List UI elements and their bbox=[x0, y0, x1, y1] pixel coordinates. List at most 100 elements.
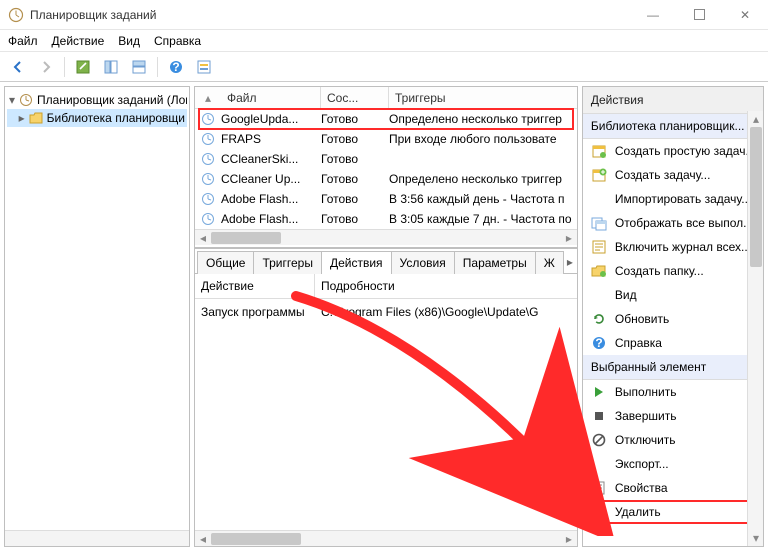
menu-view[interactable]: Вид bbox=[118, 34, 140, 48]
action-item[interactable]: Создать папку... bbox=[583, 259, 764, 283]
task-state: Готово bbox=[321, 112, 389, 126]
task-row[interactable]: CCleanerSki...Готово bbox=[195, 149, 577, 169]
scroll-thumb[interactable] bbox=[750, 127, 762, 267]
action-item[interactable]: Выполнить bbox=[583, 380, 764, 404]
scroll-right-icon[interactable]: ▸ bbox=[561, 531, 577, 546]
detail-row[interactable]: Запуск программы C:\Program Files (x86)\… bbox=[195, 299, 577, 325]
app-icon bbox=[8, 7, 24, 23]
maximize-button[interactable] bbox=[676, 0, 722, 29]
task-row[interactable]: FRAPSГотовоПри входе любого пользовате bbox=[195, 129, 577, 149]
actions-vscroll[interactable]: ▴ ▾ bbox=[747, 111, 763, 546]
scroll-left-icon[interactable]: ◂ bbox=[195, 531, 211, 546]
task-row[interactable]: Adobe Flash...ГотовоВ 3:05 каждые 7 дн. … bbox=[195, 209, 577, 229]
header-state[interactable]: Сос... bbox=[321, 87, 389, 108]
scroll-right-icon[interactable]: ▸ bbox=[561, 230, 577, 245]
tab-overflow-icon[interactable]: ▸ bbox=[563, 251, 577, 273]
nav-fwd-button[interactable] bbox=[34, 55, 58, 79]
action-group-selected-header[interactable]: Выбранный элемент ▴ bbox=[583, 355, 764, 380]
delete-icon bbox=[591, 504, 607, 520]
tab-5[interactable]: Ж bbox=[535, 251, 564, 274]
action-label: Включить журнал всех... bbox=[615, 240, 751, 254]
scroll-up-icon[interactable]: ▴ bbox=[748, 111, 763, 127]
detail-hscroll[interactable]: ◂ ▸ bbox=[195, 530, 577, 546]
tb-properties-button[interactable] bbox=[71, 55, 95, 79]
tree-root[interactable]: ▾ Планировщик заданий (Лока bbox=[7, 91, 187, 109]
task-row[interactable]: GoogleUpda...ГотовоОпределено несколько … bbox=[195, 109, 577, 129]
scroll-thumb[interactable] bbox=[211, 232, 281, 244]
detail-action: Запуск программы bbox=[195, 299, 315, 325]
help-icon: ? bbox=[591, 335, 607, 351]
menu-action[interactable]: Действие bbox=[52, 34, 105, 48]
actions-title: Действия bbox=[583, 87, 764, 114]
tab-2[interactable]: Действия bbox=[321, 251, 392, 274]
action-item[interactable]: Отключить bbox=[583, 428, 764, 452]
list-hscroll[interactable]: ◂ ▸ bbox=[195, 229, 577, 245]
action-label: Отключить bbox=[615, 433, 676, 447]
detail-header-action[interactable]: Действие bbox=[195, 274, 315, 298]
action-group-selected-title: Выбранный элемент bbox=[591, 360, 746, 374]
action-group-library-header[interactable]: Библиотека планировщик... ▴ bbox=[583, 114, 764, 139]
action-item[interactable]: Отображать все выпол... bbox=[583, 211, 764, 235]
action-label: Свойства bbox=[615, 481, 668, 495]
tree-hscroll[interactable] bbox=[5, 530, 189, 546]
clock-icon bbox=[201, 192, 215, 206]
clock-icon bbox=[201, 152, 215, 166]
minimize-button[interactable]: — bbox=[630, 0, 676, 29]
list-header: ▴ Файл Сос... Триггеры bbox=[195, 87, 577, 109]
task-row[interactable]: CCleaner Up...ГотовоОпределено несколько… bbox=[195, 169, 577, 189]
action-item[interactable]: ?Справка bbox=[583, 331, 764, 355]
tb-more-button[interactable] bbox=[192, 55, 216, 79]
scroll-down-icon[interactable]: ▾ bbox=[748, 530, 763, 546]
detail-pane: ОбщиеТриггерыДействияУсловияПараметрыЖ▸ … bbox=[195, 247, 577, 546]
task-row[interactable]: Adobe Flash...ГотовоВ 3:56 каждый день -… bbox=[195, 189, 577, 209]
action-label: Создать папку... bbox=[615, 264, 704, 278]
task-state: Готово bbox=[321, 212, 389, 226]
action-item[interactable]: Вид▸ bbox=[583, 283, 764, 307]
action-item[interactable]: Свойства bbox=[583, 476, 764, 500]
tab-3[interactable]: Условия bbox=[391, 251, 455, 274]
action-item[interactable]: Импортировать задачу... bbox=[583, 187, 764, 211]
action-item[interactable]: Удалить bbox=[583, 500, 764, 524]
action-item[interactable]: Создать простую задач... bbox=[583, 139, 764, 163]
header-file[interactable]: Файл bbox=[221, 87, 321, 108]
action-label: Выполнить bbox=[615, 385, 677, 399]
action-item[interactable]: Создать задачу... bbox=[583, 163, 764, 187]
detail-header: Действие Подробности bbox=[195, 273, 577, 299]
tb-view1-button[interactable] bbox=[99, 55, 123, 79]
action-label: Удалить bbox=[615, 505, 661, 519]
action-label: Отображать все выпол... bbox=[615, 216, 753, 230]
tree-root-label: Планировщик заданий (Лока bbox=[37, 93, 187, 107]
task-name: Adobe Flash... bbox=[221, 192, 321, 206]
blank-icon bbox=[591, 456, 607, 472]
action-item[interactable]: Включить журнал всех... bbox=[583, 235, 764, 259]
chevron-down-icon: ▾ bbox=[9, 93, 15, 107]
clock-icon bbox=[201, 212, 215, 226]
folder-icon bbox=[29, 111, 43, 125]
chevron-right-icon: ▸ bbox=[19, 111, 25, 125]
task-trigger: Определено несколько триггер bbox=[389, 172, 577, 186]
close-button[interactable]: ✕ bbox=[722, 0, 768, 29]
scroll-thumb[interactable] bbox=[211, 533, 301, 545]
clock-icon bbox=[201, 172, 215, 186]
tab-4[interactable]: Параметры bbox=[454, 251, 536, 274]
tb-help-button[interactable]: ? bbox=[164, 55, 188, 79]
action-item[interactable]: Обновить bbox=[583, 307, 764, 331]
task-list: ▴ Файл Сос... Триггеры GoogleUpda...Гото… bbox=[195, 87, 577, 245]
action-group-library-title: Библиотека планировщик... bbox=[591, 119, 746, 133]
action-item[interactable]: Экспорт... bbox=[583, 452, 764, 476]
detail-info: C:\Program Files (x86)\Google\Update\G bbox=[315, 299, 577, 325]
tab-1[interactable]: Триггеры bbox=[253, 251, 322, 274]
detail-header-info[interactable]: Подробности bbox=[315, 274, 577, 298]
task-state: Готово bbox=[321, 192, 389, 206]
tree-library[interactable]: ▸ Библиотека планировщи bbox=[7, 109, 187, 127]
scroll-left-icon[interactable]: ◂ bbox=[195, 230, 211, 245]
nav-back-button[interactable] bbox=[6, 55, 30, 79]
tb-view2-button[interactable] bbox=[127, 55, 151, 79]
action-item[interactable]: Завершить bbox=[583, 404, 764, 428]
menu-help[interactable]: Справка bbox=[154, 34, 201, 48]
props-icon bbox=[591, 480, 607, 496]
header-triggers[interactable]: Триггеры bbox=[389, 87, 577, 108]
tab-0[interactable]: Общие bbox=[197, 251, 254, 274]
menu-file[interactable]: Файл bbox=[8, 34, 38, 48]
action-label: Обновить bbox=[615, 312, 669, 326]
